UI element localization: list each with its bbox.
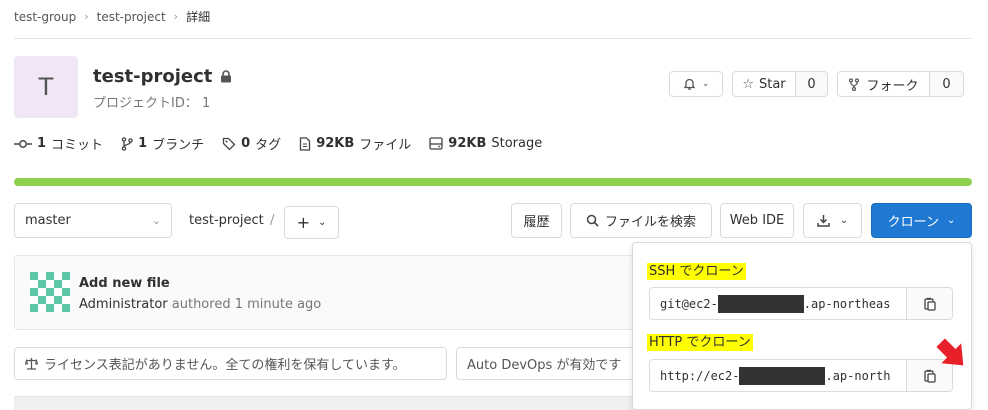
project-id: プロジェクトID： 1 — [93, 96, 211, 111]
repo-path[interactable]: test-project — [189, 213, 264, 228]
branch-dropdown[interactable]: master ⌄ — [14, 203, 172, 238]
bell-icon — [683, 78, 696, 91]
clone-label: クローン — [887, 215, 939, 230]
star-group: ☆ Star 0 — [732, 71, 828, 97]
stat-files-label: ファイル — [359, 138, 412, 153]
ssh-url-prefix: git@ec2- — [660, 296, 718, 311]
chevron-right-icon: › — [173, 10, 179, 23]
project-name: test-project — [93, 66, 213, 87]
storage-icon — [429, 137, 443, 150]
http-url-prefix: http://ec2- — [660, 368, 740, 383]
file-icon — [299, 136, 311, 151]
stat-storage[interactable]: 92KB Storage — [429, 136, 542, 151]
fork-icon — [848, 77, 860, 91]
last-commit-box — [14, 255, 634, 330]
http-clone-label: HTTP でクローン — [647, 334, 753, 351]
redaction-mask — [717, 294, 804, 313]
stat-branches[interactable]: 1 ブランチ — [121, 134, 204, 153]
scale-icon — [25, 357, 38, 370]
stat-commits-label: コミット — [51, 138, 104, 153]
stat-tags-count: 0 — [241, 136, 251, 151]
path-separator: / — [270, 213, 275, 228]
http-clone-title: HTTP でクローン — [647, 331, 753, 351]
ssh-url-suffix: .ap-northeas — [803, 296, 891, 311]
lock-icon — [220, 70, 232, 83]
stat-branches-count: 1 — [138, 136, 148, 151]
stat-storage-label: Storage — [491, 136, 543, 151]
branch-name: master — [25, 213, 71, 228]
redaction-mask — [739, 366, 826, 385]
copy-ssh-button[interactable] — [906, 288, 952, 319]
breadcrumb-current: 詳細 — [186, 10, 211, 24]
stat-storage-count: 92KB — [448, 136, 487, 151]
star-button[interactable]: ☆ Star — [732, 71, 796, 97]
license-pill[interactable]: ライセンス表記がありません。全ての権利を保有しています。 — [14, 347, 447, 380]
file-list-header — [14, 396, 634, 410]
branch-icon — [121, 136, 133, 151]
commit-byline: Administrator authored 1 minute ago — [79, 297, 321, 312]
chevron-down-icon: ⌄ — [318, 217, 327, 228]
fork-label: フォーク — [866, 78, 919, 94]
clone-button[interactable]: クローン ⌄ — [871, 203, 972, 238]
star-count[interactable]: 0 — [796, 71, 828, 97]
web-ide-button[interactable]: Web IDE — [720, 203, 794, 238]
fork-button[interactable]: フォーク — [837, 71, 930, 97]
stat-tags-label: タグ — [255, 138, 282, 153]
stat-tags[interactable]: 0 タグ — [222, 134, 281, 153]
autodevops-pill[interactable]: Auto DevOps が有効です — [456, 347, 634, 380]
ssh-clone-title: SSH でクローン — [647, 260, 746, 280]
chevron-right-icon: › — [84, 10, 89, 23]
fork-count[interactable]: 0 — [930, 71, 964, 97]
stat-files-count: 92KB — [316, 136, 355, 151]
tag-icon — [222, 137, 236, 151]
annotation-arrow-icon — [934, 336, 970, 372]
http-url-field[interactable]: http://ec2- .ap-north — [649, 359, 953, 392]
star-label: Star — [758, 76, 786, 92]
star-icon: ☆ — [742, 76, 754, 92]
download-dropdown[interactable]: ⌄ — [803, 203, 862, 238]
chevron-down-icon: ⌄ — [701, 79, 710, 89]
commit-author-avatar[interactable] — [30, 272, 70, 312]
stat-branches-label: ブランチ — [152, 138, 205, 153]
autodevops-text: Auto DevOps が有効です — [467, 358, 622, 373]
stat-files[interactable]: 92KB ファイル — [299, 134, 411, 153]
breadcrumb-group[interactable]: test-group — [14, 10, 76, 24]
stat-commits[interactable]: 1 コミット — [14, 134, 103, 153]
clipboard-icon — [923, 297, 936, 311]
divider — [14, 38, 972, 39]
breadcrumb: test-group › test-project › 詳細 — [14, 8, 210, 25]
find-file-button[interactable]: ファイルを検索 — [570, 203, 712, 238]
search-icon — [586, 214, 599, 227]
commit-icon — [14, 139, 32, 149]
fork-group: フォーク 0 — [837, 71, 964, 97]
breadcrumb-project[interactable]: test-project — [97, 10, 166, 24]
history-button[interactable]: 履歴 — [511, 203, 562, 238]
project-avatar: T — [14, 56, 78, 118]
chevron-down-icon: ⌄ — [151, 214, 161, 227]
commit-title[interactable]: Add new file — [79, 276, 170, 291]
project-stats: 1 コミット 1 ブランチ 0 タグ 92KB ファイル 92KB Storage — [14, 134, 542, 153]
commit-author[interactable]: Administrator — [79, 297, 168, 312]
stat-commits-count: 1 — [37, 136, 47, 151]
license-text: ライセンス表記がありません。全ての権利を保有しています。 — [44, 358, 406, 373]
http-url-suffix: .ap-north — [825, 368, 891, 383]
plus-icon: + — [296, 213, 310, 232]
find-file-label: ファイルを検索 — [604, 215, 696, 230]
chevron-down-icon: ⌄ — [839, 215, 849, 226]
project-title-row: test-project — [93, 66, 232, 87]
add-file-dropdown[interactable]: + ⌄ — [284, 206, 339, 239]
ssh-clone-label: SSH でクローン — [647, 263, 746, 280]
download-icon — [817, 214, 830, 227]
ssh-url-input[interactable]: git@ec2- .ap-northeas — [650, 288, 906, 319]
repository-language-bar — [14, 178, 972, 186]
http-url-input[interactable]: http://ec2- .ap-north — [650, 360, 906, 391]
chevron-down-icon: ⌄ — [946, 215, 956, 226]
notification-button[interactable]: ⌄ — [669, 71, 723, 97]
commit-meta: authored 1 minute ago — [171, 297, 322, 312]
ssh-url-field[interactable]: git@ec2- .ap-northeas — [649, 287, 953, 320]
